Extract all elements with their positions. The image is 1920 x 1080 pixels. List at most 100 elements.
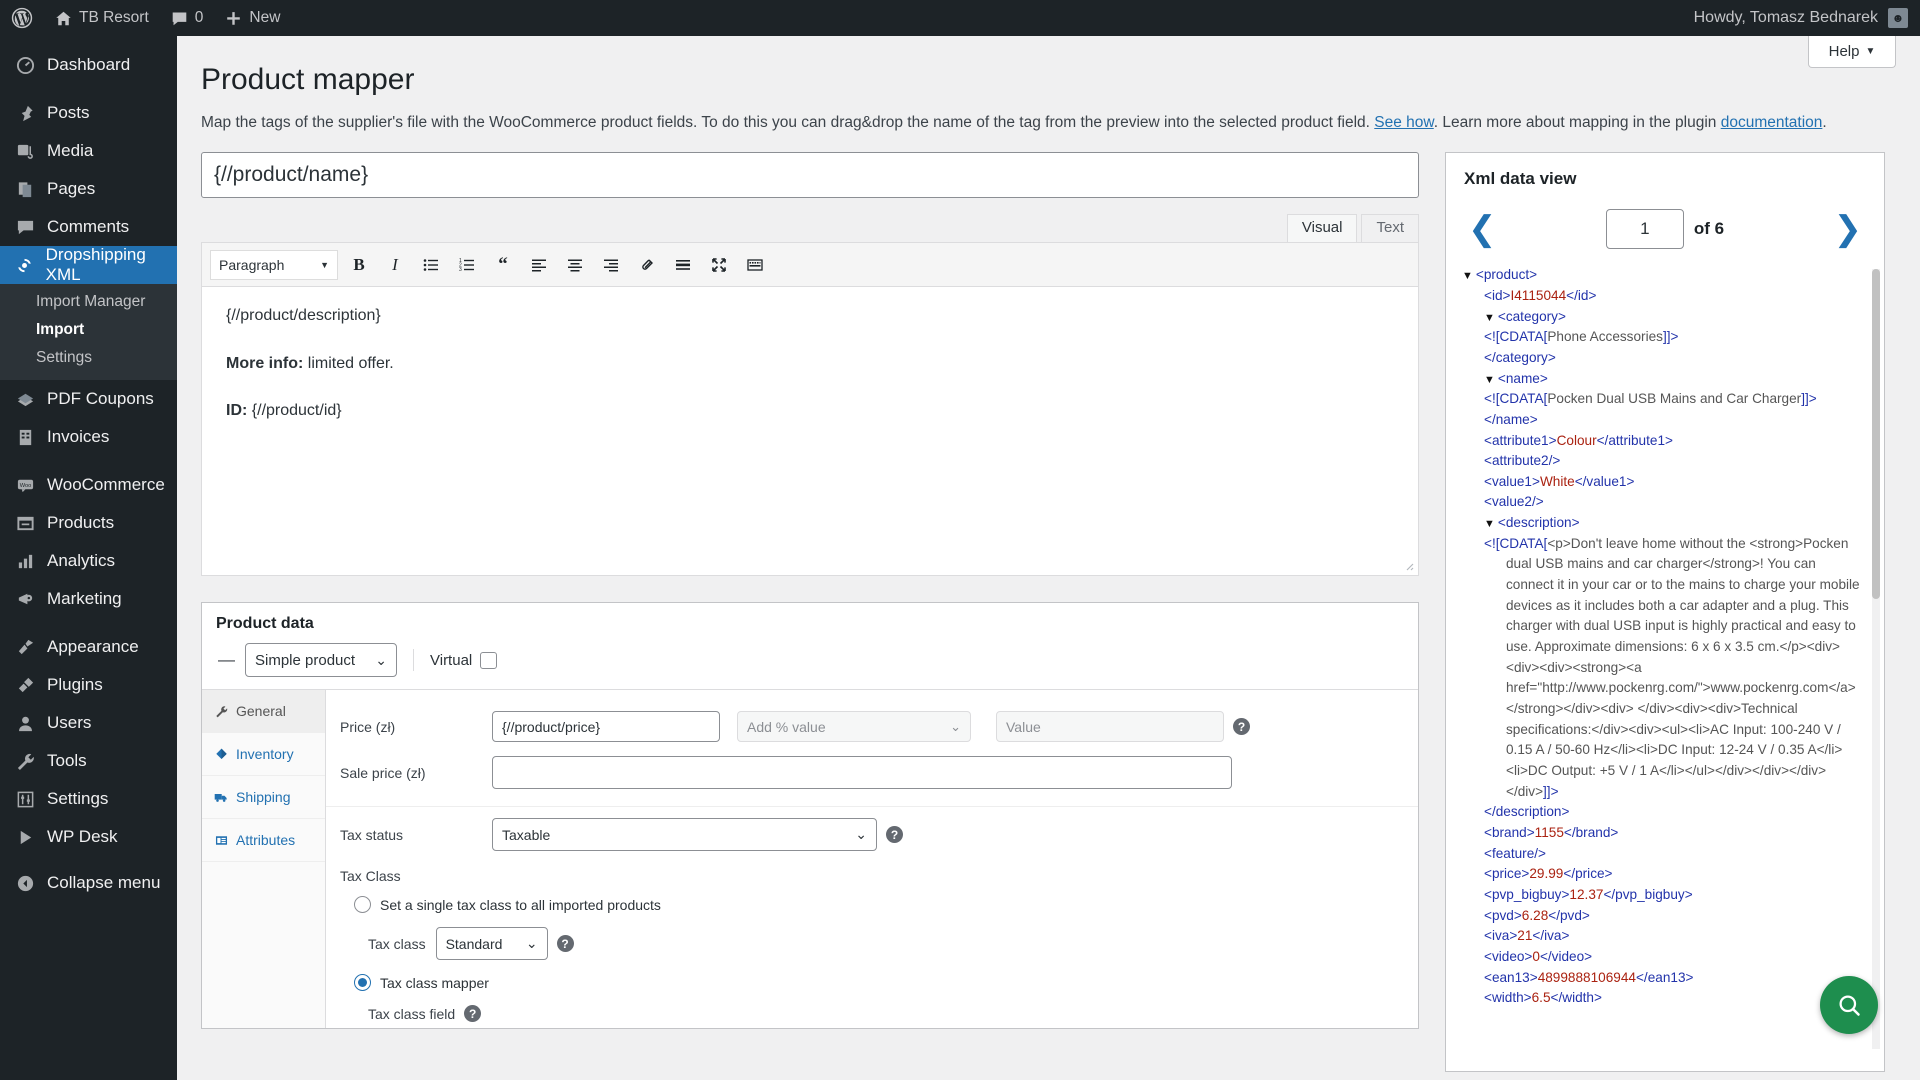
xml-tree-node[interactable]: <attribute2/> xyxy=(1462,451,1866,472)
chevron-left-icon[interactable]: ❮ xyxy=(1468,212,1497,246)
sidebar-item-users[interactable]: Users xyxy=(0,704,177,742)
xml-tree-node[interactable]: <price>29.99</price> xyxy=(1462,864,1866,885)
xml-tree-node[interactable]: <![CDATA[Phone Accessories]]> xyxy=(1462,327,1866,348)
pd-tab-attributes[interactable]: Attributes xyxy=(202,819,325,862)
xml-tree-node[interactable]: ▼<description> xyxy=(1462,513,1866,534)
xml-tree-node[interactable]: <video>0</video> xyxy=(1462,947,1866,968)
tab-text[interactable]: Text xyxy=(1361,214,1419,242)
tab-visual[interactable]: Visual xyxy=(1287,214,1358,242)
price-percent-select[interactable]: Add % value ⌄ xyxy=(737,711,971,742)
xml-tree-node[interactable]: ▼<category> xyxy=(1462,307,1866,328)
wordpress-logo-button[interactable] xyxy=(0,0,44,36)
sidebar-item-plugins[interactable]: Plugins xyxy=(0,666,177,704)
sidebar-item-dashboard[interactable]: Dashboard xyxy=(0,46,177,84)
xml-tree-node[interactable]: <feature/> xyxy=(1462,844,1866,865)
search-fab-button[interactable] xyxy=(1820,976,1878,1034)
numbered-list-icon[interactable]: 123 xyxy=(452,250,482,280)
sidebar-item-settings[interactable]: Settings xyxy=(0,780,177,818)
bold-icon[interactable]: B xyxy=(344,250,374,280)
xml-tree-node[interactable]: ▼<name> xyxy=(1462,369,1866,390)
xml-tree-node[interactable]: </name> xyxy=(1462,410,1866,431)
sidebar-subitem-import[interactable]: Import xyxy=(0,316,177,344)
site-name-button[interactable]: TB Resort xyxy=(44,0,160,36)
product-type-select[interactable]: Simple product ⌄ xyxy=(245,643,397,677)
caret-down-icon[interactable]: ▼ xyxy=(1484,312,1495,324)
documentation-link[interactable]: documentation xyxy=(1721,114,1823,131)
sidebar-item-dropshipping-xml[interactable]: Dropshipping XML xyxy=(0,246,177,284)
price-extra-value-input[interactable]: Value xyxy=(996,711,1224,742)
sidebar-item-analytics[interactable]: Analytics xyxy=(0,542,177,580)
xml-tree-node[interactable]: <iva>21</iva> xyxy=(1462,926,1866,947)
sidebar-subitem-settings[interactable]: Settings xyxy=(0,344,177,372)
price-help-icon[interactable]: ? xyxy=(1233,718,1250,735)
comments-button[interactable]: 0 xyxy=(160,0,215,36)
tax-class-select[interactable]: Standard ⌄ xyxy=(436,927,548,960)
italic-icon[interactable]: I xyxy=(380,250,410,280)
xml-tree-node[interactable]: <id>I4115044</id> xyxy=(1462,286,1866,307)
xml-tree-node[interactable]: <attribute1>Colour</attribute1> xyxy=(1462,431,1866,452)
sidebar-item-wp-desk[interactable]: WP Desk xyxy=(0,818,177,856)
xml-tree-node[interactable]: </category> xyxy=(1462,348,1866,369)
sidebar-item-products[interactable]: Products xyxy=(0,504,177,542)
xml-tree-node[interactable]: <pvp_bigbuy>12.37</pvp_bigbuy> xyxy=(1462,885,1866,906)
price-input[interactable]: {//product/price} xyxy=(492,711,720,742)
bulleted-list-icon[interactable] xyxy=(416,250,446,280)
align-right-icon[interactable] xyxy=(596,250,626,280)
xml-scrollbar[interactable] xyxy=(1872,269,1880,1049)
xml-page-input[interactable]: 1 xyxy=(1606,209,1684,249)
caret-down-icon[interactable]: ▼ xyxy=(1484,374,1495,386)
fullscreen-icon[interactable] xyxy=(704,250,734,280)
sidebar-item-tools[interactable]: Tools xyxy=(0,742,177,780)
help-tab-button[interactable]: Help ▼ xyxy=(1808,36,1896,68)
blockquote-icon[interactable]: “ xyxy=(488,250,518,280)
xml-tree-node[interactable]: </description> xyxy=(1462,802,1866,823)
virtual-checkbox-row[interactable]: Virtual xyxy=(430,652,497,669)
align-center-icon[interactable] xyxy=(560,250,590,280)
sidebar-item-invoices[interactable]: Invoices xyxy=(0,418,177,456)
tax-status-select[interactable]: Taxable ⌄ xyxy=(492,818,877,851)
xml-tree-node[interactable]: <![CDATA[<p>Don't leave home without the… xyxy=(1462,534,1866,803)
tax-class-field-help-icon[interactable]: ? xyxy=(464,1005,481,1022)
xml-tree-node[interactable]: ▼<product> xyxy=(1462,265,1866,286)
sidebar-item-appearance[interactable]: Appearance xyxy=(0,628,177,666)
pd-tab-shipping[interactable]: Shipping xyxy=(202,776,325,819)
xml-tree-node[interactable]: <ean13>4899888106944</ean13> xyxy=(1462,968,1866,989)
sidebar-item-comments[interactable]: Comments xyxy=(0,208,177,246)
sidebar-item-marketing[interactable]: Marketing xyxy=(0,580,177,618)
xml-tree-node[interactable]: <brand>1155</brand> xyxy=(1462,823,1866,844)
sidebar-item-pdf-coupons[interactable]: PDF Coupons xyxy=(0,380,177,418)
tax-class-help-icon[interactable]: ? xyxy=(557,935,574,952)
caret-down-icon[interactable]: ▼ xyxy=(1462,270,1473,282)
sidebar-subitem-import-manager[interactable]: Import Manager xyxy=(0,288,177,316)
editor-resize-handle[interactable] xyxy=(1402,559,1416,573)
xml-tree-node[interactable]: <pvd>6.28</pvd> xyxy=(1462,906,1866,927)
tax-class-mapper-radio-row[interactable]: Tax class mapper xyxy=(326,966,1418,999)
sidebar-item-woocommerce[interactable]: Woo WooCommerce xyxy=(0,466,177,504)
sidebar-item-pages[interactable]: Pages xyxy=(0,170,177,208)
tax-class-single-radio[interactable] xyxy=(354,896,371,913)
admin-bar-account[interactable]: Howdy, Tomasz Bednarek ☻ xyxy=(1694,8,1920,28)
xml-tree-node[interactable]: <![CDATA[Pocken Dual USB Mains and Car C… xyxy=(1462,389,1866,410)
product-title-input[interactable] xyxy=(201,152,1419,198)
tax-class-mapper-radio[interactable] xyxy=(354,974,371,991)
paragraph-format-select[interactable]: Paragraph ▼ xyxy=(210,250,338,280)
insert-link-icon[interactable] xyxy=(632,250,662,280)
sidebar-item-posts[interactable]: Posts xyxy=(0,94,177,132)
tax-status-help-icon[interactable]: ? xyxy=(886,826,903,843)
read-more-icon[interactable] xyxy=(668,250,698,280)
xml-tree-node[interactable]: <width>6.5</width> xyxy=(1462,988,1866,1009)
editor-content-area[interactable]: {//product/description} More info: limit… xyxy=(202,287,1418,575)
xml-tree-node[interactable]: <value1>White</value1> xyxy=(1462,472,1866,493)
chevron-right-icon[interactable]: ❯ xyxy=(1833,212,1862,246)
xml-tree[interactable]: ▼<product><id>I4115044</id>▼<category><!… xyxy=(1446,265,1884,1055)
sale-price-input[interactable] xyxy=(492,756,1232,789)
xml-tree-node[interactable]: <value2/> xyxy=(1462,492,1866,513)
see-how-link[interactable]: See how xyxy=(1374,114,1433,131)
sidebar-item-media[interactable]: Media xyxy=(0,132,177,170)
xml-scrollbar-thumb[interactable] xyxy=(1872,269,1880,599)
pd-tab-general[interactable]: General xyxy=(202,690,325,733)
tax-class-single-radio-row[interactable]: Set a single tax class to all imported p… xyxy=(326,888,1418,921)
pd-tab-inventory[interactable]: Inventory xyxy=(202,733,325,776)
align-left-icon[interactable] xyxy=(524,250,554,280)
virtual-checkbox[interactable] xyxy=(480,652,497,669)
